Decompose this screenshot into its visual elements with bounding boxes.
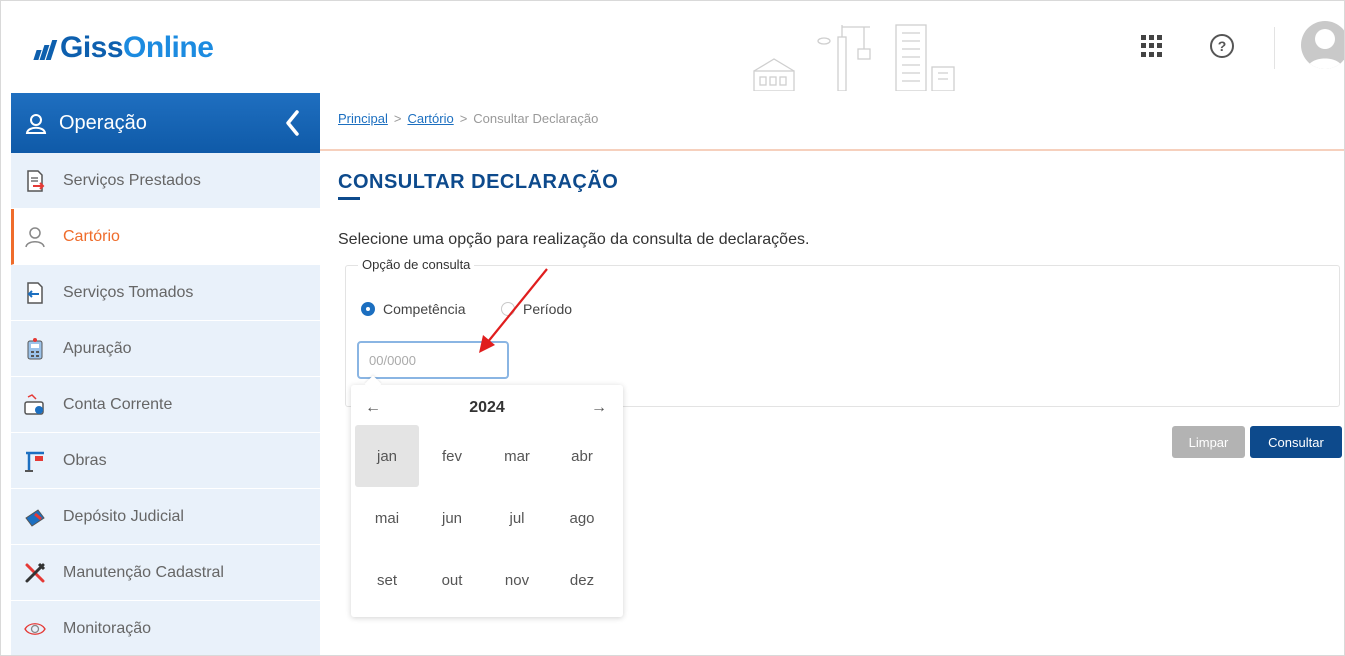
sidebar-item-cartorio[interactable]: Cartório [11, 209, 320, 265]
month-nov[interactable]: nov [485, 549, 549, 611]
sidebar-item-label: Conta Corrente [63, 395, 173, 413]
sidebar-section-title: Operação [59, 111, 147, 134]
apps-grid-icon[interactable] [1141, 35, 1163, 57]
breadcrumb-home-link[interactable]: Principal [338, 111, 388, 126]
sidebar-item-label: Serviços Tomados [63, 283, 194, 301]
crane-icon [23, 449, 47, 473]
month-fev[interactable]: fev [420, 425, 484, 487]
breadcrumb-parent-link[interactable]: Cartório [407, 111, 453, 126]
document-arrow-in-icon [23, 281, 47, 305]
month-set[interactable]: set [355, 549, 419, 611]
sidebar-item-label: Serviços Prestados [63, 171, 201, 189]
gavel-icon [23, 505, 47, 529]
month-abr[interactable]: abr [550, 425, 614, 487]
wallet-icon [23, 393, 47, 417]
city-skyline-illustration [753, 24, 955, 91]
title-underline [338, 197, 360, 200]
document-arrow-icon [23, 169, 47, 193]
month-jul[interactable]: jul [485, 487, 549, 549]
month-mai[interactable]: mai [355, 487, 419, 549]
month-grid: jan fev mar abr mai jun jul ago set out … [355, 425, 619, 611]
gissonline-logo[interactable]: GissOnline [33, 31, 214, 65]
tools-icon [23, 561, 47, 585]
sidebar-item-label: Monitoração [63, 619, 152, 637]
logo-mark-icon [33, 36, 58, 60]
month-dez[interactable]: dez [550, 549, 614, 611]
breadcrumb: Principal > Cartório > Consultar Declara… [338, 111, 598, 126]
top-header: GissOnline ? [1, 1, 1344, 93]
breadcrumb-divider [320, 149, 1344, 151]
page-title: CONSULTAR DECLARAÇÃO [338, 171, 619, 193]
sidebar-item-servicos-tomados[interactable]: Serviços Tomados [11, 265, 320, 321]
sidebar-item-label: Apuração [63, 339, 132, 357]
sidebar-item-obras[interactable]: Obras [11, 433, 320, 489]
sidebar-item-label: Depósito Judicial [63, 507, 184, 525]
clear-button[interactable]: Limpar [1172, 426, 1245, 458]
radio-checked-icon [361, 302, 375, 316]
breadcrumb-current: Consultar Declaração [473, 111, 599, 126]
header-divider [1274, 27, 1275, 69]
next-year-arrow-icon[interactable]: → [591, 399, 607, 417]
avatar-silhouette-icon [1307, 29, 1343, 69]
user-outline-icon [25, 114, 47, 134]
sidebar-item-conta-corrente[interactable]: Conta Corrente [11, 377, 320, 433]
radio-competencia[interactable]: Competência [361, 301, 466, 317]
month-ago[interactable]: ago [550, 487, 614, 549]
radio-label: Competência [383, 301, 466, 317]
collapse-chevron-icon[interactable] [284, 109, 300, 137]
eye-icon [23, 617, 47, 641]
sidebar-item-label: Manutenção Cadastral [63, 563, 224, 581]
month-jun[interactable]: jun [420, 487, 484, 549]
app-window: GissOnline ? Operação Serviços Prestados… [0, 0, 1345, 656]
intro-text: Selecione uma opção para realização da c… [338, 231, 810, 248]
fieldset-legend: Opção de consulta [358, 257, 475, 272]
annotation-arrow-icon [479, 268, 548, 353]
sidebar-item-manutencao-cadastral[interactable]: Manutenção Cadastral [11, 545, 320, 601]
user-avatar-icon[interactable] [1301, 21, 1344, 69]
help-icon[interactable]: ? [1210, 34, 1234, 58]
sidebar-item-label: Obras [63, 451, 107, 469]
person-icon [23, 225, 47, 249]
picker-year[interactable]: 2024 [351, 399, 623, 417]
logo-suffix: Online [123, 31, 214, 64]
logo-prefix: Giss [60, 31, 124, 64]
breadcrumb-separator: > [393, 111, 402, 126]
month-jan[interactable]: jan [355, 425, 419, 487]
sidebar-menu: Serviços Prestados Cartório Serviços Tom… [11, 153, 320, 655]
logo-text: GissOnline [60, 31, 214, 65]
month-picker: ← 2024 → jan fev mar abr mai jun jul ago… [351, 385, 623, 617]
sidebar-header: Operação [11, 93, 320, 153]
sidebar-item-monitoracao[interactable]: Monitoração [11, 601, 320, 655]
month-out[interactable]: out [420, 549, 484, 611]
consult-button[interactable]: Consultar [1250, 426, 1342, 458]
month-mar[interactable]: mar [485, 425, 549, 487]
sidebar-item-servicos-prestados[interactable]: Serviços Prestados [11, 153, 320, 209]
sidebar-item-label: Cartório [63, 227, 120, 245]
breadcrumb-separator: > [459, 111, 468, 126]
sidebar-item-apuracao[interactable]: Apuração [11, 321, 320, 377]
calculator-icon [23, 337, 47, 361]
sidebar: Operação Serviços Prestados Cartório Ser… [11, 93, 320, 655]
sidebar-item-deposito-judicial[interactable]: Depósito Judicial [11, 489, 320, 545]
